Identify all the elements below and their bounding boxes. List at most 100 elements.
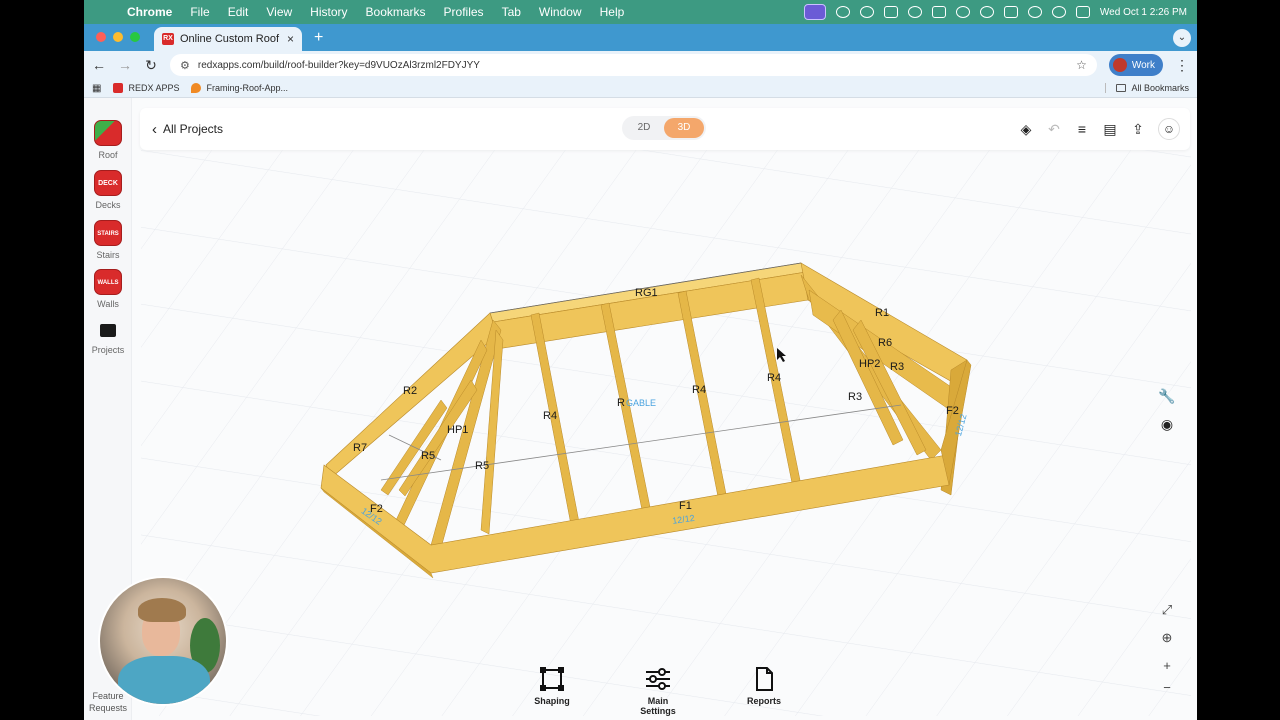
label-r5-right[interactable]: R5 bbox=[475, 460, 489, 472]
sidebar-item-label: Decks bbox=[95, 200, 121, 210]
redx-bookmark-icon bbox=[113, 83, 124, 93]
minimize-window-button[interactable] bbox=[113, 32, 123, 42]
main-settings-label: Main Settings bbox=[640, 696, 676, 716]
display-icon[interactable] bbox=[883, 6, 898, 18]
menu-help[interactable]: Help bbox=[591, 5, 634, 19]
webcam-person-hair bbox=[138, 598, 186, 622]
menu-lines-icon[interactable]: ≡ bbox=[1074, 121, 1090, 137]
url-text[interactable]: redxapps.com/build/roof-builder?key=d9VU… bbox=[198, 60, 1068, 71]
headphones-icon[interactable] bbox=[955, 6, 970, 18]
toggle-3d[interactable]: 3D bbox=[664, 118, 704, 138]
menu-window[interactable]: Window bbox=[530, 5, 591, 19]
reload-icon[interactable]: ↻ bbox=[144, 57, 158, 74]
notes-icon[interactable] bbox=[931, 6, 946, 18]
wrench-icon[interactable]: 🔧 bbox=[1157, 388, 1177, 408]
vpn-icon[interactable] bbox=[907, 6, 922, 18]
menu-edit[interactable]: Edit bbox=[219, 5, 258, 19]
menu-clock[interactable]: Wed Oct 1 2:26 PM bbox=[1100, 7, 1187, 18]
all-projects-link[interactable]: ‹ All Projects bbox=[152, 121, 223, 138]
label-r-partial[interactable]: R bbox=[617, 397, 625, 409]
label-r6[interactable]: R6 bbox=[878, 337, 892, 349]
label-r4-3[interactable]: R4 bbox=[767, 372, 781, 384]
label-r1[interactable]: R1 bbox=[875, 307, 889, 319]
flame-bookmark-icon bbox=[191, 83, 202, 93]
site-settings-icon[interactable]: ⚙ bbox=[180, 59, 190, 72]
shaping-icon bbox=[540, 667, 564, 691]
status-app-icon-2[interactable] bbox=[859, 6, 874, 18]
eye-icon[interactable]: ◉ bbox=[1157, 416, 1177, 436]
label-f2-right[interactable]: F2 bbox=[946, 405, 959, 417]
all-bookmarks-button[interactable]: All Bookmarks bbox=[1105, 83, 1189, 93]
zoom-out-icon[interactable]: − bbox=[1157, 680, 1177, 695]
screen-record-icon[interactable] bbox=[803, 4, 826, 20]
ground-grid bbox=[141, 150, 1191, 716]
bookmark-framing-roof-app[interactable]: Framing-Roof-App... bbox=[191, 83, 288, 93]
bookmark-label: REDX APPS bbox=[128, 83, 180, 93]
label-r3-right[interactable]: R3 bbox=[890, 361, 904, 373]
tab-search-button[interactable]: ⌄ bbox=[1173, 29, 1191, 47]
locate-icon[interactable]: ⊕ bbox=[1157, 630, 1177, 646]
3d-canvas[interactable]: RG1 R1 R6 HP2 R3 R3 F2 12/12 R2 R7 HP1 R… bbox=[141, 150, 1191, 716]
reports-button[interactable]: Reports bbox=[736, 666, 792, 716]
forward-arrow-icon[interactable]: → bbox=[118, 57, 132, 73]
menu-file[interactable]: File bbox=[181, 5, 218, 19]
roof-icon bbox=[94, 120, 122, 146]
label-r3-mid[interactable]: R3 bbox=[848, 391, 862, 403]
menu-app-name[interactable]: Chrome bbox=[118, 5, 181, 19]
menu-view[interactable]: View bbox=[257, 5, 301, 19]
address-bar-row: ← → ↻ ⚙ redxapps.com/build/roof-builder?… bbox=[84, 51, 1197, 79]
back-arrow-icon[interactable]: ← bbox=[92, 57, 106, 73]
shaping-button[interactable]: Shaping bbox=[524, 666, 580, 716]
label-hp1[interactable]: HP1 bbox=[447, 424, 468, 436]
label-r2[interactable]: R2 bbox=[403, 385, 417, 397]
layers-icon[interactable]: ◈ bbox=[1018, 121, 1034, 137]
bookmark-star-icon[interactable]: ☆ bbox=[1076, 58, 1087, 72]
menu-profiles[interactable]: Profiles bbox=[435, 5, 493, 19]
label-r4-2[interactable]: R4 bbox=[692, 384, 706, 396]
main-settings-button[interactable]: Main Settings bbox=[630, 666, 686, 716]
redx-favicon: RX bbox=[162, 33, 174, 45]
sidebar-item-stairs[interactable]: STAIRS Stairs bbox=[88, 220, 128, 260]
bluetooth-icon[interactable] bbox=[979, 6, 994, 18]
close-tab-icon[interactable]: × bbox=[287, 32, 294, 46]
zoom-in-icon[interactable]: + bbox=[1157, 658, 1177, 673]
maximize-window-button[interactable] bbox=[130, 32, 140, 42]
url-field[interactable]: ⚙ redxapps.com/build/roof-builder?key=d9… bbox=[170, 54, 1097, 76]
sidebar-item-decks[interactable]: DECK Decks bbox=[88, 170, 128, 210]
browser-menu-icon[interactable]: ⋮ bbox=[1175, 57, 1189, 74]
window-controls bbox=[84, 32, 154, 51]
wifi-icon[interactable] bbox=[1027, 6, 1042, 18]
menu-history[interactable]: History bbox=[301, 5, 356, 19]
menu-tab[interactable]: Tab bbox=[493, 5, 530, 19]
pdf-icon[interactable]: ▤ bbox=[1102, 121, 1118, 137]
view-mode-toggle: 2D 3D bbox=[622, 116, 706, 140]
close-window-button[interactable] bbox=[96, 32, 106, 42]
profile-avatar bbox=[1112, 58, 1127, 72]
sidebar-item-roof[interactable]: Roof bbox=[88, 120, 128, 160]
battery-icon[interactable] bbox=[1003, 6, 1018, 18]
deck-icon: DECK bbox=[94, 170, 122, 196]
profile-button[interactable]: Work bbox=[1108, 54, 1163, 76]
status-app-icon[interactable] bbox=[835, 6, 850, 18]
label-gable[interactable]: GABLE bbox=[626, 398, 656, 408]
label-r7[interactable]: R7 bbox=[353, 442, 367, 454]
apps-grid-icon[interactable]: ▦ bbox=[92, 83, 101, 94]
label-f1[interactable]: F1 bbox=[679, 500, 692, 512]
toggle-2d[interactable]: 2D bbox=[624, 118, 664, 138]
bookmark-redx-apps[interactable]: REDX APPS bbox=[113, 83, 179, 93]
spotlight-icon[interactable] bbox=[1051, 6, 1066, 18]
user-account-icon[interactable]: ☺ bbox=[1158, 118, 1180, 140]
label-r4-1[interactable]: R4 bbox=[543, 410, 557, 422]
control-center-icon[interactable] bbox=[1075, 6, 1090, 18]
new-tab-button[interactable]: + bbox=[302, 29, 335, 51]
sidebar-item-projects[interactable]: Projects bbox=[88, 318, 128, 355]
expand-icon[interactable]: ⤢ bbox=[1157, 602, 1177, 618]
label-rg1[interactable]: RG1 bbox=[635, 287, 658, 299]
share-upload-icon[interactable]: ⇪ bbox=[1130, 121, 1146, 137]
undo-icon[interactable]: ↶ bbox=[1046, 121, 1062, 137]
label-hp2[interactable]: HP2 bbox=[859, 358, 880, 370]
sidebar-item-walls[interactable]: WALLS Walls bbox=[88, 269, 128, 309]
menu-bookmarks[interactable]: Bookmarks bbox=[357, 5, 435, 19]
label-r5-left[interactable]: R5 bbox=[421, 450, 435, 462]
browser-tab[interactable]: RX Online Custom Roof Builder × bbox=[154, 27, 302, 51]
